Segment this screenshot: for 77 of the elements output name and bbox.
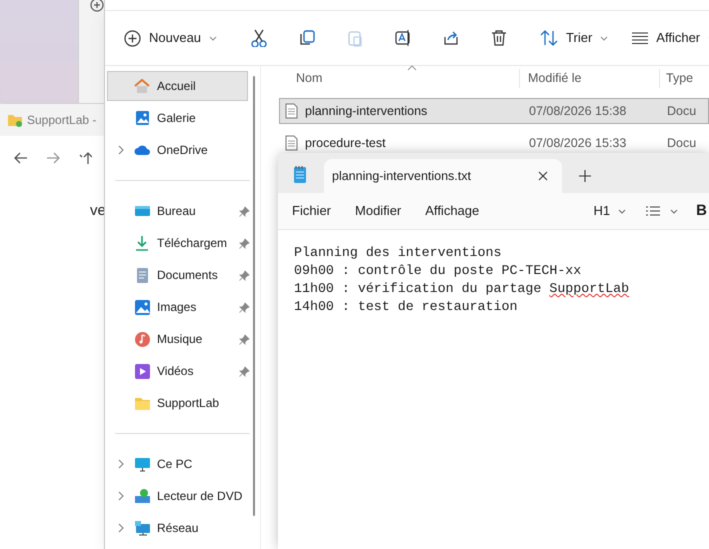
document-icon xyxy=(285,135,298,151)
close-icon[interactable] xyxy=(538,171,548,181)
chevron-down-icon xyxy=(670,208,678,214)
home-icon xyxy=(134,78,151,94)
cut-icon[interactable] xyxy=(250,29,268,47)
text-line: Planning des interventions xyxy=(294,244,502,262)
folder-icon xyxy=(7,113,23,127)
file-row[interactable]: procedure-test 07/08/2026 15:33 Docu xyxy=(279,130,709,156)
add-tab-icon[interactable] xyxy=(579,170,591,182)
monitor-icon xyxy=(134,456,151,472)
back-arrow-icon[interactable] xyxy=(14,152,28,164)
sort-button[interactable]: Trier xyxy=(540,28,608,48)
chevron-down-icon xyxy=(209,36,218,40)
sidebar-item[interactable]: Musique xyxy=(107,324,248,354)
sidebar-item[interactable]: Téléchargem xyxy=(107,228,248,258)
rename-icon[interactable] xyxy=(394,29,412,47)
file-type: Docu xyxy=(666,102,696,120)
forward-arrow-icon[interactable] xyxy=(46,152,60,164)
document-icon xyxy=(134,266,151,284)
sort-caret-icon xyxy=(407,65,417,71)
notepad-icon xyxy=(294,165,306,183)
chevron-right-icon[interactable] xyxy=(118,459,124,469)
view-button[interactable]: Afficher xyxy=(632,28,709,48)
sidebar-item[interactable]: Bureau xyxy=(107,196,248,226)
column-header[interactable]: Type xyxy=(659,69,694,88)
chevron-down-icon xyxy=(600,36,608,40)
file-type: Docu xyxy=(666,134,696,152)
chevron-right-icon[interactable] xyxy=(118,491,124,501)
dvd-icon xyxy=(134,488,151,504)
sidebar-item[interactable]: Galerie xyxy=(107,103,248,133)
copy-icon[interactable] xyxy=(298,29,316,47)
file-name: planning-interventions xyxy=(305,102,428,120)
menu-icon xyxy=(632,32,648,44)
menu-item[interactable]: Modifier xyxy=(355,201,402,221)
sidebar-item[interactable]: Réseau xyxy=(107,513,248,543)
file-name: procedure-test xyxy=(305,134,386,152)
text-line: 09h00 : contrôle du poste PC-TECH-xx xyxy=(294,262,582,280)
file-date: 07/08/2026 15:38 xyxy=(528,102,628,120)
sidebar-item[interactable]: Vidéos xyxy=(107,356,248,386)
music-icon xyxy=(134,330,151,348)
picture-icon xyxy=(134,298,151,316)
text-line: 11h00 : vérification du partage SupportLab xyxy=(294,280,630,298)
download-icon xyxy=(134,234,151,252)
sidebar-item[interactable]: SupportLab xyxy=(107,388,248,418)
add-icon xyxy=(90,0,104,12)
delete-icon[interactable] xyxy=(490,29,508,47)
sidebar-item[interactable]: Ce PC xyxy=(107,449,248,479)
bold-button[interactable]: B xyxy=(696,200,707,222)
video-icon xyxy=(134,362,151,380)
network-icon xyxy=(134,520,151,536)
window-title: SupportLab - xyxy=(27,112,96,129)
sort-icon xyxy=(540,30,558,46)
sidebar-item[interactable]: Images xyxy=(107,292,248,322)
sidebar-item[interactable]: Accueil xyxy=(107,71,248,101)
column-header[interactable]: Nom xyxy=(261,69,519,88)
document-icon xyxy=(285,103,298,119)
new-button[interactable]: Nouveau xyxy=(123,21,218,55)
sidebar-item[interactable]: OneDrive xyxy=(107,135,248,165)
file-row[interactable]: planning-interventions 07/08/2026 15:38 Docu xyxy=(279,98,709,124)
sidebar-item[interactable]: Lecteur de DVD xyxy=(107,481,248,511)
sidebar-item[interactable]: Documents xyxy=(107,260,248,290)
up-arrow-icon[interactable] xyxy=(78,151,92,165)
list-dropdown[interactable] xyxy=(646,206,678,216)
menu-item[interactable]: Affichage xyxy=(425,201,480,221)
add-icon xyxy=(124,30,141,46)
list-icon xyxy=(646,206,660,216)
chevron-right-icon[interactable] xyxy=(118,145,124,155)
menu-item[interactable]: Fichier xyxy=(292,201,332,221)
text-line: 14h00 : test de restauration xyxy=(294,298,518,316)
chevron-right-icon[interactable] xyxy=(118,523,124,533)
chevron-down-icon xyxy=(618,208,626,214)
gallery-icon xyxy=(134,110,151,126)
heading-dropdown[interactable]: H1 xyxy=(594,201,626,221)
file-date: 07/08/2026 15:33 xyxy=(528,134,628,152)
column-header[interactable]: Modifié le xyxy=(519,69,659,88)
share-icon[interactable] xyxy=(442,29,460,47)
file-tab[interactable]: planning-interventions.txt xyxy=(324,159,562,193)
